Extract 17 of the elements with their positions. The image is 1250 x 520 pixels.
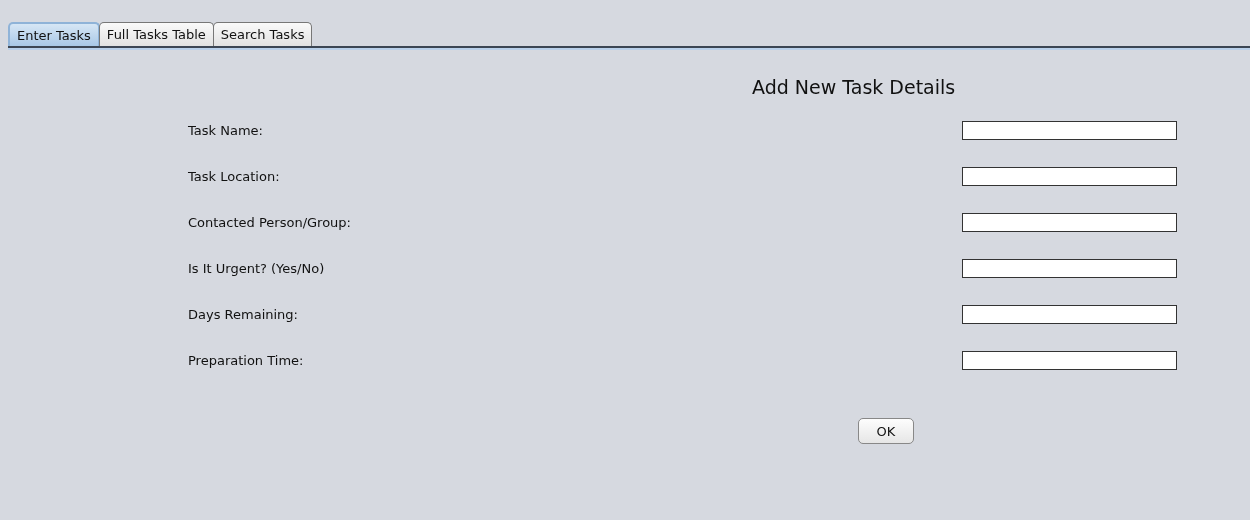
field-label: Days Remaining: [188,307,299,322]
input-field[interactable] [962,121,1177,140]
tab[interactable]: Full Tasks Table [98,22,214,46]
input-field[interactable] [962,305,1177,324]
field-label: Is It Urgent? (Yes/No) [188,261,326,276]
input-field[interactable] [962,167,1177,186]
field-label: Task Location: [188,169,281,184]
field-label: Contacted Person/Group: [188,215,352,230]
form-title: Add New Task Details [752,76,957,100]
tab[interactable]: Enter Tasks [8,22,100,46]
ok-button[interactable]: OK [858,418,914,444]
field-label: Preparation Time: [188,353,305,368]
input-field[interactable] [962,351,1177,370]
input-field[interactable] [962,213,1177,232]
input-field[interactable] [962,259,1177,278]
tab[interactable]: Search Tasks [212,22,313,46]
field-label: Task Name: [188,123,264,138]
